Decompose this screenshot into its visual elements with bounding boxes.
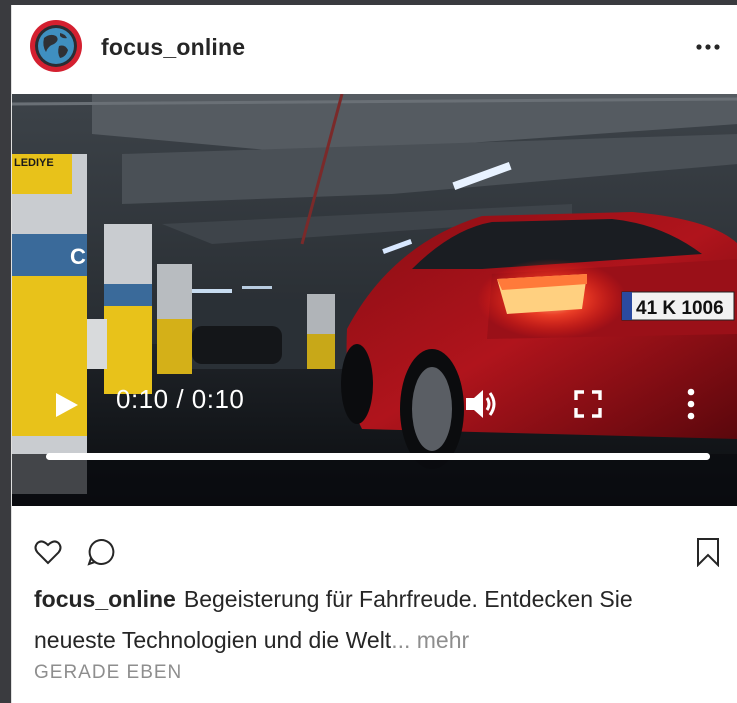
caption-ellipsis: ... <box>391 627 411 653</box>
play-icon[interactable] <box>54 391 80 424</box>
avatar[interactable] <box>30 20 82 72</box>
caption-username[interactable]: focus_online <box>34 586 176 612</box>
video-player[interactable]: LEDIYE C 41 K 1006 0:10 / 0:10 <box>12 94 737 506</box>
bookmark-icon[interactable] <box>696 537 720 572</box>
fullscreen-icon[interactable] <box>574 390 602 423</box>
progress-bar[interactable] <box>46 453 710 460</box>
progress-fill <box>46 453 710 460</box>
more-vertical-icon[interactable] <box>685 387 697 426</box>
post-card: focus_online LEDIYE C 41 K 1006 0:10 / 0… <box>11 5 737 703</box>
more-horizontal-icon[interactable] <box>695 37 721 57</box>
video-frame: LEDIYE C 41 K 1006 <box>12 94 737 506</box>
pillar-letter: C <box>70 244 86 269</box>
heart-icon[interactable] <box>34 539 62 570</box>
more-link[interactable]: mehr <box>410 627 469 653</box>
caption: focus_online Begeisterung für Fahrfreude.… <box>34 579 714 661</box>
comment-icon[interactable] <box>87 538 115 571</box>
globe-icon <box>35 25 77 67</box>
video-time: 0:10 / 0:10 <box>116 384 245 414</box>
post-timestamp: GERADE EBEN <box>34 662 183 683</box>
license-plate-text: 41 K 1006 <box>636 298 724 319</box>
pillar-sign-text: LEDIYE <box>14 157 54 169</box>
post-header: focus_online <box>12 5 737 93</box>
volume-icon[interactable] <box>464 387 500 426</box>
post-username[interactable]: focus_online <box>101 34 245 61</box>
